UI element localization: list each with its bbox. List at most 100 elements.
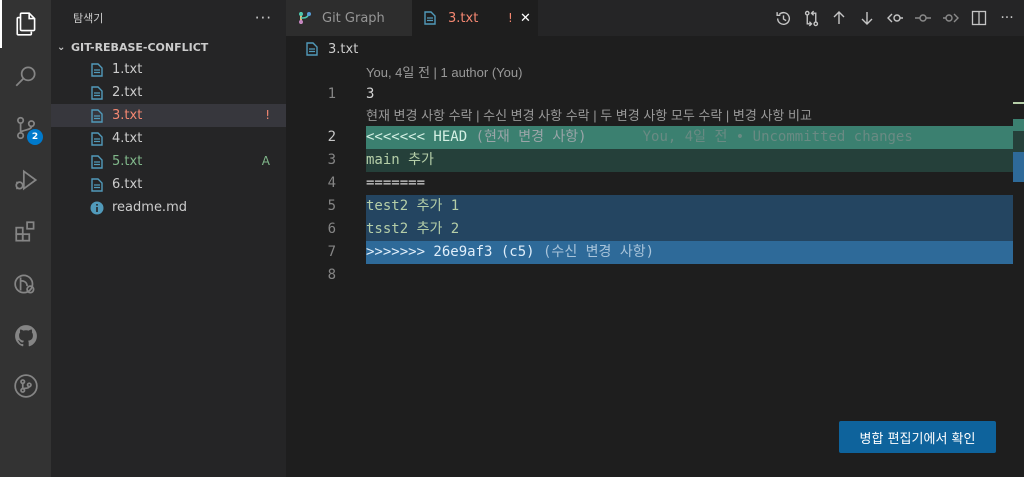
chevron-down-icon: ⌄ bbox=[57, 41, 66, 53]
file-name: 3.txt bbox=[112, 108, 143, 123]
arrow-up-icon[interactable] bbox=[830, 9, 848, 27]
search-icon[interactable] bbox=[0, 52, 51, 100]
line-number: 5 bbox=[327, 198, 336, 214]
editor-actions: ··· bbox=[774, 0, 1016, 36]
tab-label: Git Graph bbox=[322, 10, 385, 26]
more-actions-icon[interactable]: ··· bbox=[255, 9, 272, 27]
git-graph-tab-icon bbox=[298, 10, 314, 26]
tab-conflict-status: ! bbox=[508, 11, 513, 25]
next-change-icon[interactable] bbox=[942, 9, 960, 27]
file-item-1-txt[interactable]: 1.txt bbox=[51, 58, 286, 81]
extensions-icon[interactable] bbox=[0, 208, 51, 256]
file-name: 4.txt bbox=[112, 131, 143, 146]
codelens-conflict-actions[interactable]: 현재 변경 사항 수락 | 수신 변경 사항 수락 | 두 변경 사항 모두 수… bbox=[366, 105, 812, 127]
line-text: test2 추가 1 bbox=[366, 198, 460, 214]
arrow-down-icon[interactable] bbox=[858, 9, 876, 27]
file-icon bbox=[89, 131, 105, 147]
line-number: 6 bbox=[327, 221, 336, 237]
file-icon bbox=[424, 10, 440, 26]
breadcrumb[interactable]: 3.txt bbox=[286, 36, 358, 62]
file-name: 6.txt bbox=[112, 177, 143, 192]
run-debug-icon[interactable] bbox=[0, 156, 51, 204]
ruler-mark-current bbox=[1013, 119, 1024, 131]
history-icon[interactable] bbox=[774, 9, 792, 27]
remote-explorer-icon[interactable] bbox=[0, 260, 51, 308]
line-content: tsst2 추가 2 bbox=[366, 218, 1013, 241]
code-editor[interactable]: You, 4일 전 | 1 author (You) 1 3 현재 변경 사항 … bbox=[286, 62, 1013, 477]
activity-bar: 2 bbox=[0, 0, 51, 477]
line-number: 8 bbox=[327, 267, 336, 283]
ruler-mark-current bbox=[1013, 131, 1024, 152]
breadcrumb-file: 3.txt bbox=[328, 41, 359, 57]
line-text bbox=[366, 264, 1013, 287]
file-icon bbox=[89, 177, 105, 193]
file-name: 1.txt bbox=[112, 62, 143, 77]
line-content: test2 추가 1 bbox=[366, 195, 1013, 218]
line-text: tsst2 추가 2 bbox=[366, 221, 460, 237]
line-number: 1 bbox=[327, 86, 336, 102]
code-line-current: 3 main 추가 bbox=[286, 149, 1013, 172]
explorer-sidebar: 탐색기 ··· ⌄ GIT-REBASE-CONFLICT 1.txt 2.tx… bbox=[51, 0, 286, 477]
file-item-2-txt[interactable]: 2.txt bbox=[51, 81, 286, 104]
explorer-icon[interactable] bbox=[0, 0, 51, 48]
tab-3-txt[interactable]: 3.txt ! ✕ bbox=[412, 0, 538, 36]
file-name: 2.txt bbox=[112, 85, 143, 100]
more-actions-icon[interactable]: ··· bbox=[998, 9, 1016, 27]
file-icon bbox=[306, 42, 320, 56]
line-number: 7 bbox=[327, 244, 336, 260]
code-line-incoming: 6 tsst2 추가 2 bbox=[286, 218, 1013, 241]
file-item-6-txt[interactable]: 6.txt bbox=[51, 173, 286, 196]
line-content: main 추가 bbox=[366, 149, 1013, 172]
previous-change-icon[interactable] bbox=[886, 9, 904, 27]
file-item-readme-md[interactable]: readme.md bbox=[51, 196, 286, 219]
code-line-separator: 4 ======= bbox=[286, 172, 1013, 195]
line-text: ======= bbox=[366, 175, 426, 191]
line-text: 3 bbox=[366, 86, 375, 102]
code-line-incoming: 5 test2 추가 1 bbox=[286, 195, 1013, 218]
line-text: >>>>>>> 26e9af3 (c5) bbox=[366, 244, 535, 260]
file-name: 5.txt bbox=[112, 154, 143, 169]
code-line: 1 3 bbox=[286, 83, 1013, 106]
code-line-current-marker: 2 <<<<<<< HEAD (현재 변경 사항) You, 4일 전 • Unc… bbox=[286, 126, 1013, 149]
sidebar-header: 탐색기 ··· bbox=[51, 0, 286, 36]
line-text: main 추가 bbox=[366, 152, 434, 168]
ruler-mark-cursor bbox=[1013, 102, 1024, 104]
file-name: readme.md bbox=[112, 200, 187, 215]
added-status: A bbox=[261, 154, 270, 168]
conflict-status: ! bbox=[265, 108, 270, 122]
ruler-mark-incoming bbox=[1013, 152, 1024, 182]
file-icon bbox=[89, 62, 105, 78]
line-number: 3 bbox=[327, 152, 336, 168]
tab-bar: Git Graph 3.txt ! ✕ ··· bbox=[286, 0, 1024, 36]
source-control-badge: 2 bbox=[27, 129, 43, 145]
codelens-author[interactable]: You, 4일 전 | 1 author (You) bbox=[366, 62, 522, 84]
file-icon bbox=[89, 108, 105, 124]
close-icon[interactable]: ✕ bbox=[520, 11, 531, 26]
split-editor-icon[interactable] bbox=[970, 9, 988, 27]
info-icon bbox=[89, 200, 105, 216]
workspace-title: GIT-REBASE-CONFLICT bbox=[71, 40, 209, 54]
line-suffix: (수신 변경 사항) bbox=[534, 244, 655, 260]
overview-ruler[interactable] bbox=[1013, 62, 1024, 477]
line-suffix: (현재 변경 사항) bbox=[467, 129, 587, 145]
file-item-5-txt[interactable]: 5.txt A bbox=[51, 150, 286, 173]
sidebar-title: 탐색기 bbox=[73, 12, 104, 25]
line-number: 2 bbox=[327, 129, 336, 145]
file-item-3-txt[interactable]: 3.txt ! bbox=[51, 104, 286, 127]
file-item-4-txt[interactable]: 4.txt bbox=[51, 127, 286, 150]
workspace-section-header[interactable]: ⌄ GIT-REBASE-CONFLICT bbox=[51, 36, 286, 58]
code-line-incoming-marker: 7 >>>>>>> 26e9af3 (c5) (수신 변경 사항) bbox=[286, 241, 1013, 264]
line-content: >>>>>>> 26e9af3 (c5) (수신 변경 사항) bbox=[366, 241, 1013, 264]
github-icon[interactable] bbox=[0, 312, 51, 360]
commit-icon[interactable] bbox=[914, 9, 932, 27]
git-graph-icon[interactable] bbox=[0, 362, 51, 410]
tab-git-graph[interactable]: Git Graph bbox=[286, 0, 412, 36]
tab-label: 3.txt bbox=[448, 10, 479, 26]
line-number: 4 bbox=[327, 175, 336, 191]
compare-changes-icon[interactable] bbox=[802, 9, 820, 27]
line-text: <<<<<<< HEAD bbox=[366, 129, 468, 145]
line-content: <<<<<<< HEAD (현재 변경 사항) You, 4일 전 • Uncom… bbox=[366, 126, 1013, 149]
source-control-icon[interactable]: 2 bbox=[0, 104, 51, 152]
file-icon bbox=[89, 154, 105, 170]
open-merge-editor-button[interactable]: 병합 편집기에서 확인 bbox=[839, 421, 996, 453]
